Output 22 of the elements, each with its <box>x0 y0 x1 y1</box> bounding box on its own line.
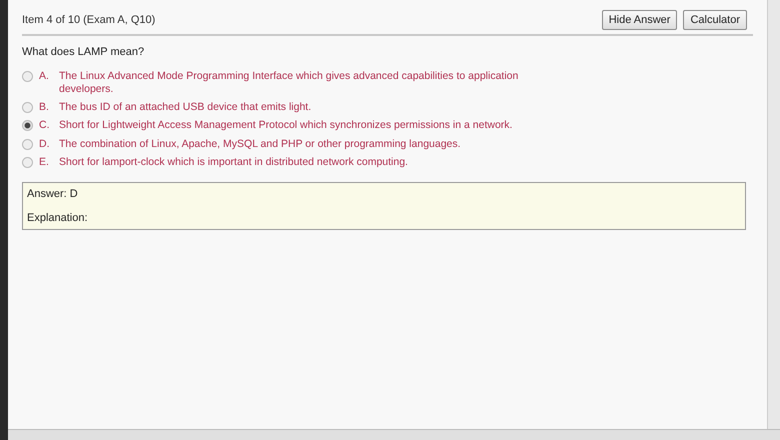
item-title: Item 4 of 10 (Exam A, Q10) <box>22 14 156 26</box>
radio-button[interactable] <box>22 102 33 114</box>
option-letter: E. <box>39 156 50 168</box>
radio-button[interactable] <box>22 138 33 150</box>
toolbar-button[interactable]: Calculator <box>683 10 747 30</box>
radio-button[interactable] <box>22 156 33 168</box>
radio-button[interactable] <box>22 71 33 82</box>
question-text: What does LAMP mean? <box>22 46 146 58</box>
option-letter: C. <box>39 119 50 132</box>
answer-text: Answer: D <box>27 188 79 200</box>
option-text: The bus ID of an attached USB device that emits light. <box>59 101 312 114</box>
option-letter: A. <box>39 70 50 82</box>
option-text: Short for Lightweight Access Management Protocol which synchronizes permissions in a network. <box>59 119 512 132</box>
option-letter: D. <box>39 138 50 150</box>
toolbar-button[interactable]: Hide Answer <box>602 10 678 30</box>
radio-button[interactable] <box>22 120 33 132</box>
option-text: The Linux Advanced Mode Programming Interface which gives advanced capabilities to application developers. <box>59 70 520 96</box>
option-letter: B. <box>39 101 50 114</box>
explanation-label: Explanation: <box>27 212 89 224</box>
option-text: The combination of Linux, Apache, MySQL and PHP or other programming languages. <box>59 138 461 151</box>
option-text: Short for lamport-clock which is important in distributed network computing. <box>59 156 408 169</box>
scrollbar[interactable] <box>767 0 780 429</box>
